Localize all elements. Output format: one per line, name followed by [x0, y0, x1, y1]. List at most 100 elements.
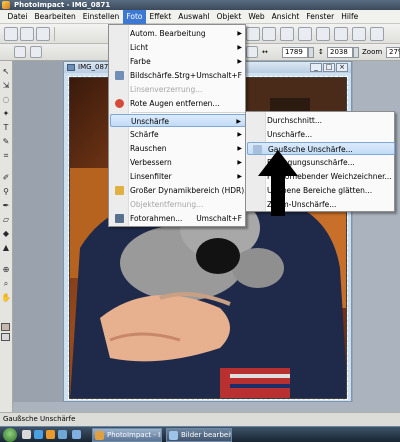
- toolbar-separator: [54, 27, 55, 41]
- menu-web[interactable]: Web: [245, 10, 268, 24]
- menu-einstellen[interactable]: Einstellen: [79, 10, 123, 24]
- doc-close-button[interactable]: ×: [336, 63, 348, 72]
- focus-icon: [115, 71, 124, 80]
- taskbar-item-bilder[interactable]: Bilder bearbeiten...: [166, 428, 232, 442]
- lasso-tool-icon[interactable]: ◌: [1, 95, 11, 105]
- view-button[interactable]: [316, 27, 330, 41]
- submenu-arrow-icon: ▶: [237, 145, 242, 152]
- width-icon: ↔: [262, 48, 268, 56]
- foto-menu-item-rote-augen[interactable]: Rote Augen entfernen...: [110, 97, 246, 110]
- help-button[interactable]: [352, 27, 366, 41]
- submenu-item-unschaerfe[interactable]: Unschärfe...: [247, 128, 395, 141]
- crop-tool-icon[interactable]: ⌗: [1, 151, 11, 161]
- red-eye-icon: [115, 99, 124, 108]
- tools-button[interactable]: [370, 27, 384, 41]
- menu-objekt[interactable]: Objekt: [213, 10, 245, 24]
- submenu-arrow-icon: ▶: [237, 173, 242, 180]
- new-file-button[interactable]: [4, 27, 18, 41]
- open-file-button[interactable]: [20, 27, 34, 41]
- submenu-arrow-icon: ▶: [237, 131, 242, 138]
- folder-taskbar-icon: [169, 431, 178, 440]
- photoimpact-app: PhotoImpact - IMG_0871 Datei Bearbeiten …: [0, 0, 400, 442]
- zoom-label: Zoom: [362, 48, 383, 56]
- foto-menu: Autom. Bearbeitung ▶ Licht ▶ Farbe ▶ Bildsc…: [108, 24, 251, 227]
- retouch-tool-icon[interactable]: ✒: [1, 201, 11, 211]
- height-field[interactable]: 2038: [327, 47, 353, 58]
- title-bar: PhotoImpact - IMG_0871: [0, 0, 400, 10]
- transform-tool-icon[interactable]: ⇲: [1, 81, 11, 91]
- status-text: Gaußsche Unschärfe: [3, 415, 76, 423]
- pointer-tool-icon[interactable]: ↖: [1, 67, 11, 77]
- zoom-tool-icon[interactable]: ⊕: [1, 265, 11, 275]
- image-document-icon: [67, 64, 75, 71]
- foto-menu-item-licht[interactable]: Licht ▶: [110, 41, 246, 54]
- redo-button[interactable]: [262, 27, 276, 41]
- text-tool-icon[interactable]: T: [1, 123, 11, 133]
- foto-menu-item-autom-bearbeitung[interactable]: Autom. Bearbeitung ▶: [110, 27, 246, 40]
- foto-menu-item-schaerfe[interactable]: Schärfe ▶: [110, 128, 246, 141]
- foto-menu-item-verbessern[interactable]: Verbessern ▶: [110, 156, 246, 169]
- menu-ansicht[interactable]: Ansicht: [268, 10, 303, 24]
- doc-maximize-button[interactable]: □: [323, 63, 335, 72]
- quicklaunch-media-icon[interactable]: [46, 430, 55, 439]
- menu-datei[interactable]: Datei: [4, 10, 31, 24]
- menu-auswahl[interactable]: Auswahl: [175, 10, 213, 24]
- pointer-arrow-icon: [258, 150, 298, 216]
- foto-menu-item-rauschen[interactable]: Rauschen ▶: [110, 142, 246, 155]
- background-color-swatch[interactable]: [1, 333, 10, 341]
- quicklaunch-ie-icon[interactable]: [72, 430, 81, 439]
- menu-fenster[interactable]: Fenster: [303, 10, 338, 24]
- submenu-item-durchschnitt[interactable]: Durchschnitt...: [247, 114, 395, 127]
- foto-menu-item-fotorahmen[interactable]: Fotorahmen... Umschalt+F: [110, 212, 246, 225]
- foto-menu-item-linsenverzerrung[interactable]: Linsenverzerrung...: [110, 83, 246, 96]
- stamp-tool-icon[interactable]: ▲: [1, 243, 11, 253]
- height-stepper[interactable]: [353, 47, 359, 58]
- menu-foto[interactable]: Foto: [122, 9, 146, 24]
- selection-mode-button[interactable]: [14, 46, 26, 58]
- eyedropper-tool-icon[interactable]: ⌕: [1, 279, 11, 289]
- rotate-button[interactable]: [298, 27, 312, 41]
- submenu-arrow-icon: ▶: [237, 58, 242, 65]
- fill-tool-icon[interactable]: ◆: [1, 229, 11, 239]
- grid-button[interactable]: [334, 27, 348, 41]
- start-button[interactable]: [3, 428, 17, 442]
- clone-tool-icon[interactable]: ⚲: [1, 187, 11, 197]
- foto-menu-item-unschaerfe[interactable]: Unschärfe ▶: [110, 114, 246, 127]
- undo-button[interactable]: [246, 27, 260, 41]
- quicklaunch-browser-icon[interactable]: [34, 430, 43, 439]
- foto-menu-item-bildschaerfe[interactable]: Bildschärfe... Strg+Umschalt+F: [110, 69, 246, 82]
- eraser-tool-icon[interactable]: ▱: [1, 215, 11, 225]
- paint-tool-icon[interactable]: ✐: [1, 173, 11, 183]
- path-tool-icon[interactable]: ✎: [1, 137, 11, 147]
- taskbar-item-photoimpact[interactable]: PhotoImpact - IMG...: [92, 428, 162, 442]
- photoimpact-taskbar-icon: [95, 431, 104, 440]
- width-stepper[interactable]: [308, 47, 314, 58]
- quicklaunch-switch-icon[interactable]: [58, 430, 67, 439]
- zoom-field[interactable]: 27%: [386, 47, 400, 58]
- menu-hilfe[interactable]: Hilfe: [338, 10, 362, 24]
- selection-options-button[interactable]: [30, 46, 42, 58]
- foto-menu-item-hdr[interactable]: Großer Dynamikbereich (HDR)...: [110, 184, 251, 197]
- quicklaunch-desktop-icon[interactable]: [22, 430, 31, 439]
- fixed-size-button[interactable]: [246, 46, 258, 58]
- crop-button[interactable]: [280, 27, 294, 41]
- doc-minimize-button[interactable]: _: [310, 63, 322, 72]
- submenu-arrow-icon: ▶: [236, 118, 241, 125]
- foreground-color-swatch[interactable]: [1, 323, 10, 331]
- menu-bearbeiten[interactable]: Bearbeiten: [31, 10, 79, 24]
- submenu-arrow-icon: ▶: [237, 30, 242, 37]
- submenu-arrow-icon: ▶: [237, 159, 242, 166]
- submenu-arrow-icon: ▶: [237, 44, 242, 51]
- save-file-button[interactable]: [36, 27, 50, 41]
- toolbox: ↖ ⇲ ◌ ✦ T ✎ ⌗ ✐ ⚲ ✒ ▱ ◆ ▲ ⊕ ⌕ ✋: [0, 61, 13, 412]
- foto-menu-item-objektentfernung[interactable]: Objektentfernung...: [110, 198, 246, 211]
- hand-tool-icon[interactable]: ✋: [1, 293, 11, 303]
- foto-menu-item-linsenfilter[interactable]: Linsenfilter ▶: [110, 170, 246, 183]
- menu-effekt[interactable]: Effekt: [146, 10, 175, 24]
- workspace-background-bottom: [13, 402, 400, 412]
- foto-menu-item-farbe[interactable]: Farbe ▶: [110, 55, 246, 68]
- window-title: PhotoImpact - IMG_0871: [14, 1, 111, 9]
- width-field[interactable]: 1789: [282, 47, 308, 58]
- photoimpact-icon: [2, 1, 10, 9]
- magic-wand-tool-icon[interactable]: ✦: [1, 109, 11, 119]
